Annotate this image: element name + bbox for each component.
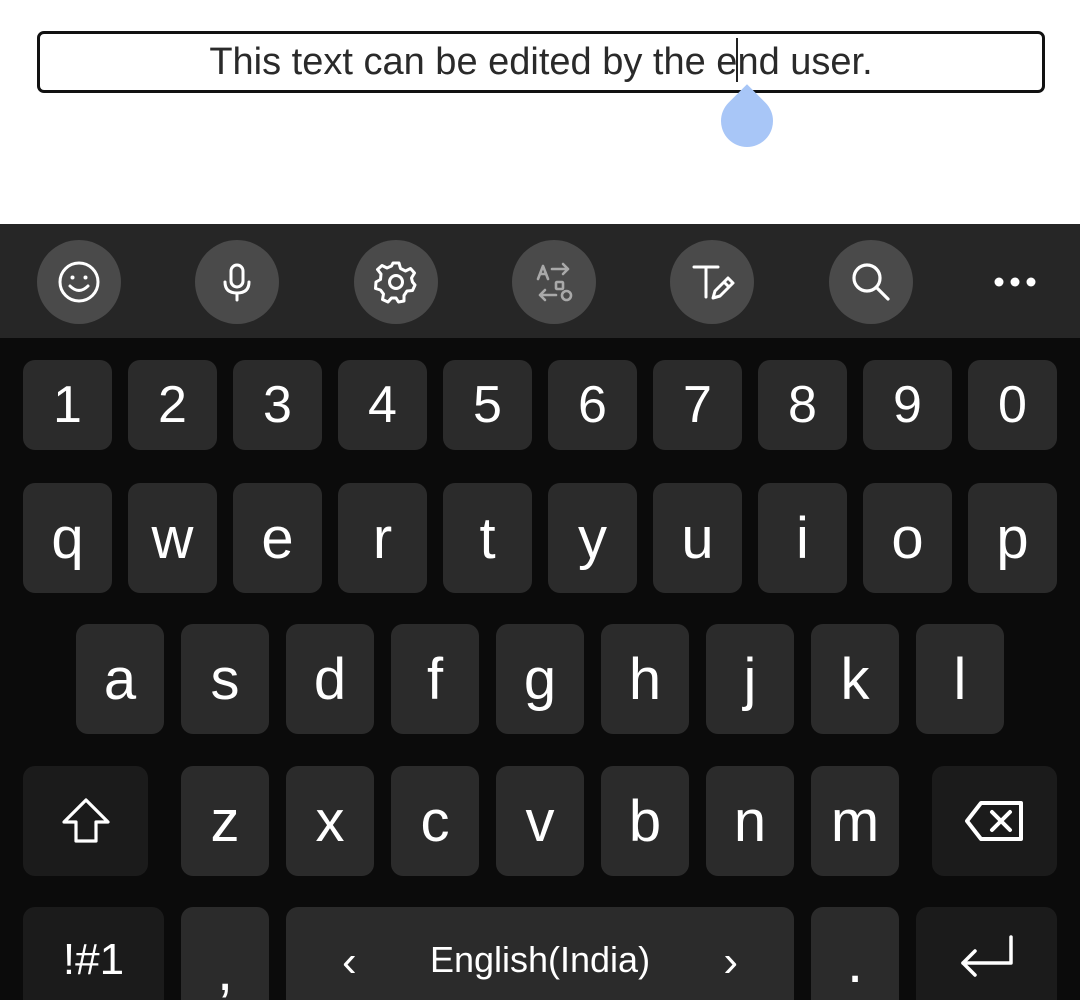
key-6[interactable]: 6 bbox=[548, 360, 637, 450]
key-c[interactable]: c bbox=[391, 766, 479, 876]
key-l[interactable]: l bbox=[916, 624, 1004, 734]
backspace-icon bbox=[964, 801, 1023, 841]
more-button[interactable] bbox=[985, 254, 1045, 310]
backspace-key[interactable] bbox=[932, 766, 1057, 876]
key-2[interactable]: 2 bbox=[128, 360, 217, 450]
key-8[interactable]: 8 bbox=[758, 360, 847, 450]
space-key[interactable]: ‹ English(India) › bbox=[286, 907, 794, 1000]
settings-icon bbox=[374, 261, 417, 304]
text-before-caret: This text can be edited by the e bbox=[209, 40, 738, 83]
key-g[interactable]: g bbox=[496, 624, 584, 734]
key-p[interactable]: p bbox=[968, 483, 1057, 593]
key-7[interactable]: 7 bbox=[653, 360, 742, 450]
key-j[interactable]: j bbox=[706, 624, 794, 734]
voice-input-button[interactable] bbox=[195, 240, 279, 324]
key-5[interactable]: 5 bbox=[443, 360, 532, 450]
key-z[interactable]: z bbox=[181, 766, 269, 876]
key-o[interactable]: o bbox=[863, 483, 952, 593]
space-language-label: English(India) bbox=[429, 939, 651, 980]
editable-text-field[interactable]: This text can be edited by the e nd user. bbox=[37, 31, 1045, 93]
translate-button[interactable] bbox=[512, 240, 596, 324]
enter-icon bbox=[960, 935, 1013, 977]
key-h[interactable]: h bbox=[601, 624, 689, 734]
key-q[interactable]: q bbox=[23, 483, 112, 593]
key-r[interactable]: r bbox=[338, 483, 427, 593]
symbols-key[interactable]: !#1 bbox=[23, 907, 164, 1000]
key-t[interactable]: t bbox=[443, 483, 532, 593]
shift-key[interactable] bbox=[23, 766, 148, 876]
key-d[interactable]: d bbox=[286, 624, 374, 734]
key-a[interactable]: a bbox=[76, 624, 164, 734]
handwriting-button[interactable] bbox=[670, 240, 754, 324]
key-n[interactable]: n bbox=[706, 766, 794, 876]
microphone-icon bbox=[223, 263, 251, 302]
key-y[interactable]: y bbox=[548, 483, 637, 593]
key-e[interactable]: e bbox=[233, 483, 322, 593]
comma-key[interactable]: , bbox=[181, 907, 269, 1000]
keyboard-toolbar bbox=[0, 224, 1080, 338]
key-k[interactable]: k bbox=[811, 624, 899, 734]
period-key[interactable]: . bbox=[811, 907, 899, 1000]
search-icon bbox=[852, 263, 890, 301]
keyboard: 1 2 3 4 5 6 7 8 9 0 q w e r t y u i o p … bbox=[0, 224, 1080, 1000]
key-f[interactable]: f bbox=[391, 624, 479, 734]
enter-key[interactable] bbox=[916, 907, 1057, 1000]
emoji-button[interactable] bbox=[37, 240, 121, 324]
key-9[interactable]: 9 bbox=[863, 360, 952, 450]
handwriting-icon bbox=[692, 265, 735, 300]
key-v[interactable]: v bbox=[496, 766, 584, 876]
more-icon bbox=[994, 277, 1036, 287]
key-m[interactable]: m bbox=[811, 766, 899, 876]
key-b[interactable]: b bbox=[601, 766, 689, 876]
key-s[interactable]: s bbox=[181, 624, 269, 734]
key-u[interactable]: u bbox=[653, 483, 742, 593]
text-after-caret: nd user. bbox=[737, 40, 873, 83]
key-x[interactable]: x bbox=[286, 766, 374, 876]
shift-icon bbox=[61, 798, 110, 843]
key-1[interactable]: 1 bbox=[23, 360, 112, 450]
edit-area: This text can be edited by the e nd user. bbox=[0, 0, 1080, 224]
key-4[interactable]: 4 bbox=[338, 360, 427, 450]
caret-handle[interactable] bbox=[710, 84, 784, 158]
prev-language-arrow[interactable]: ‹ bbox=[342, 937, 357, 987]
key-i[interactable]: i bbox=[758, 483, 847, 593]
translate-icon bbox=[536, 262, 573, 302]
key-0[interactable]: 0 bbox=[968, 360, 1057, 450]
emoji-icon bbox=[58, 261, 100, 303]
key-w[interactable]: w bbox=[128, 483, 217, 593]
key-3[interactable]: 3 bbox=[233, 360, 322, 450]
search-button[interactable] bbox=[829, 240, 913, 324]
next-language-arrow[interactable]: › bbox=[723, 937, 738, 987]
text-caret bbox=[736, 38, 739, 82]
settings-button[interactable] bbox=[354, 240, 438, 324]
